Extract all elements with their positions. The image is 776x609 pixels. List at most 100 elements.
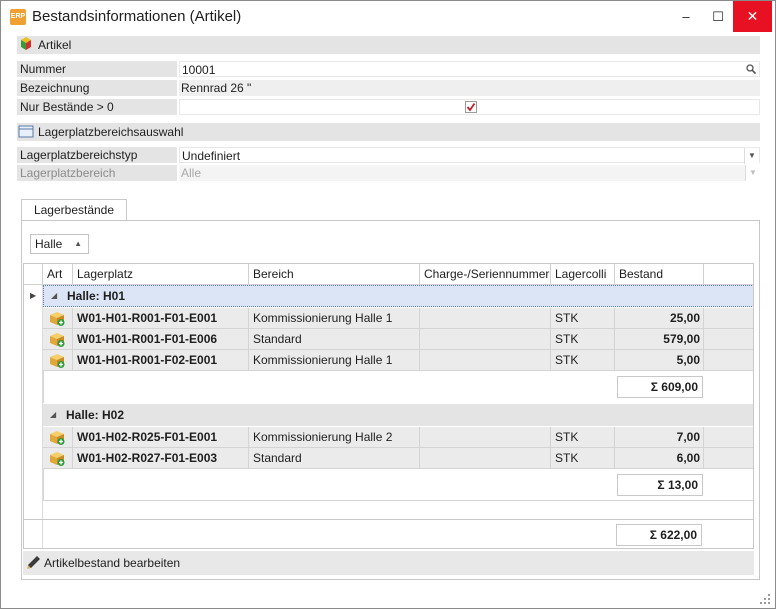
row-type-cell xyxy=(43,448,73,469)
close-button[interactable]: ✕ xyxy=(733,1,772,32)
nur-bestaende-checkbox[interactable] xyxy=(465,101,477,113)
bestand-cell: 5,00 xyxy=(615,350,704,371)
artikel-section-label: Artikel xyxy=(38,38,72,52)
nummer-label: Nummer xyxy=(17,61,177,77)
box-add-icon xyxy=(50,333,65,347)
app-icon: ERP xyxy=(10,9,26,25)
lagerplatzbereichstyp-label: Lagerplatzbereichstyp xyxy=(17,147,177,163)
box-add-icon xyxy=(50,431,65,445)
lagerplatzbereichstyp-row: Lagerplatzbereichstyp Undefiniert ▼ xyxy=(17,147,760,164)
group-label-h02: Halle: H02 xyxy=(66,408,125,422)
table-row[interactable]: W01-H02-R027-F01-E003 Standard STK 6,00 xyxy=(43,448,753,469)
lagerplatzbereich-row: Lagerplatzbereich Alle ▼ xyxy=(17,165,760,181)
bezeichnung-field: Rennrad 26 " xyxy=(179,80,760,96)
nur-bestaende-label: Nur Bestände > 0 xyxy=(17,99,177,115)
tab-lagerbestaende[interactable]: Lagerbestände xyxy=(21,199,127,221)
column-header-lagerplatz[interactable]: Lagerplatz xyxy=(73,264,249,285)
column-header-charge[interactable]: Charge-/Seriennummer xyxy=(420,264,551,285)
artikelbestand-bearbeiten-button[interactable]: Artikelbestand bearbeiten xyxy=(23,551,754,575)
lagerplatz-cell: W01-H02-R025-F01-E001 xyxy=(73,427,249,448)
table-row[interactable]: W01-H01-R001-F02-E001 Kommissionierung H… xyxy=(43,350,753,371)
column-header-art[interactable]: Art xyxy=(43,264,73,285)
group-footer-h01: Σ 609,00 xyxy=(43,371,753,403)
charge-cell xyxy=(420,350,551,371)
items-icon xyxy=(21,37,31,50)
bezeichnung-row: Bezeichnung Rennrad 26 " xyxy=(17,80,760,96)
lagerplatzbereich-dropdown: Alle ▼ xyxy=(179,165,760,181)
storage-area-icon xyxy=(18,125,34,138)
charge-cell xyxy=(420,448,551,469)
row-indicator-column: ▶ xyxy=(24,285,43,548)
lagerplatz-cell: W01-H01-R001-F01-E006 xyxy=(73,329,249,350)
indicator-header xyxy=(24,264,43,285)
lagercolli-cell: STK xyxy=(551,329,615,350)
total-sum: Σ 622,00 xyxy=(616,524,702,546)
bestand-cell: 25,00 xyxy=(615,308,704,329)
lagerplatz-cell: W01-H01-R001-F02-E001 xyxy=(73,350,249,371)
minimize-button[interactable]: – xyxy=(669,1,703,32)
table-row[interactable]: W01-H02-R025-F01-E001 Kommissionierung H… xyxy=(43,427,753,448)
group-row-h02[interactable]: ◢ Halle: H02 xyxy=(43,404,753,426)
lagercolli-cell: STK xyxy=(551,308,615,329)
nummer-field[interactable]: 10001 xyxy=(179,61,760,77)
lagerplatz-section-label: Lagerplatzbereichsauswahl xyxy=(38,125,184,139)
magnifier-icon[interactable] xyxy=(745,63,757,75)
lagerplatz-cell: W01-H01-R001-F01-E001 xyxy=(73,308,249,329)
lagerplatzbereichstyp-value: Undefiniert xyxy=(182,149,241,163)
bereich-cell: Kommissionierung Halle 1 xyxy=(249,308,420,329)
table-row[interactable]: W01-H01-R001-F01-E006 Standard STK 579,0… xyxy=(43,329,753,350)
artikel-section-header: Artikel xyxy=(17,36,760,54)
lagerplatz-section-header: Lagerplatzbereichsauswahl xyxy=(17,123,760,141)
bezeichnung-label: Bezeichnung xyxy=(17,80,177,96)
bestand-cell: 7,00 xyxy=(615,427,704,448)
bereich-cell: Standard xyxy=(249,448,420,469)
bestand-cell: 6,00 xyxy=(615,448,704,469)
resize-grip-icon[interactable] xyxy=(760,594,770,604)
nur-bestaende-row: Nur Bestände > 0 xyxy=(17,99,760,115)
main-window: ERP Bestandsinformationen (Artikel) – ☐ … xyxy=(0,0,776,609)
group-sum-h02: Σ 13,00 xyxy=(617,474,703,496)
box-add-icon xyxy=(50,354,65,368)
box-add-icon xyxy=(50,452,65,466)
focused-row-indicator-icon: ▶ xyxy=(30,291,37,300)
row-type-cell xyxy=(43,350,73,371)
lagercolli-cell: STK xyxy=(551,448,615,469)
bezeichnung-value: Rennrad 26 " xyxy=(181,81,252,95)
column-header-bereich[interactable]: Bereich xyxy=(249,264,420,285)
nur-bestaende-field xyxy=(179,99,760,115)
maximize-button[interactable]: ☐ xyxy=(701,1,735,32)
nummer-value: 10001 xyxy=(182,63,216,77)
bereich-cell: Standard xyxy=(249,329,420,350)
row-type-cell xyxy=(43,329,73,350)
lagerbestand-grid: Art Lagerplatz Bereich Charge-/Seriennum… xyxy=(23,263,754,549)
row-type-cell xyxy=(43,308,73,329)
group-label-h01: Halle: H01 xyxy=(67,289,126,303)
lagerplatzbereich-label: Lagerplatzbereich xyxy=(17,165,177,181)
charge-cell xyxy=(420,329,551,350)
collapse-group-icon[interactable]: ◢ xyxy=(51,286,57,306)
lagerplatzbereich-value: Alle xyxy=(181,166,202,180)
chevron-down-icon[interactable]: ▼ xyxy=(744,148,759,164)
group-sum-h01: Σ 609,00 xyxy=(617,376,703,398)
group-by-halle-chip[interactable]: Halle ▲ xyxy=(30,234,89,254)
lagerplatzbereichstyp-dropdown[interactable]: Undefiniert ▼ xyxy=(179,147,760,164)
group-footer-h02: Σ 13,00 xyxy=(43,469,753,501)
pencil-icon xyxy=(27,556,40,569)
group-row-h01[interactable]: ◢ Halle: H01 xyxy=(43,285,753,307)
charge-cell xyxy=(420,427,551,448)
artikelbestand-bearbeiten-label: Artikelbestand bearbeiten xyxy=(44,556,181,570)
lagercolli-cell: STK xyxy=(551,350,615,371)
row-type-cell xyxy=(43,427,73,448)
lagerplatz-cell: W01-H02-R027-F01-E003 xyxy=(73,448,249,469)
column-header-bestand[interactable]: Bestand xyxy=(615,264,704,285)
table-row[interactable]: W01-H01-R001-F01-E001 Kommissionierung H… xyxy=(43,308,753,329)
nummer-row: Nummer 10001 xyxy=(17,61,760,77)
charge-cell xyxy=(420,308,551,329)
column-header-filler xyxy=(704,264,753,285)
sort-ascending-icon: ▲ xyxy=(74,239,82,248)
title-bar: ERP Bestandsinformationen (Artikel) – ☐ … xyxy=(1,1,775,32)
bestand-cell: 579,00 xyxy=(615,329,704,350)
collapse-group-icon[interactable]: ◢ xyxy=(50,404,56,426)
box-add-icon xyxy=(50,312,65,326)
column-header-lagercolli[interactable]: Lagercolli xyxy=(551,264,615,285)
